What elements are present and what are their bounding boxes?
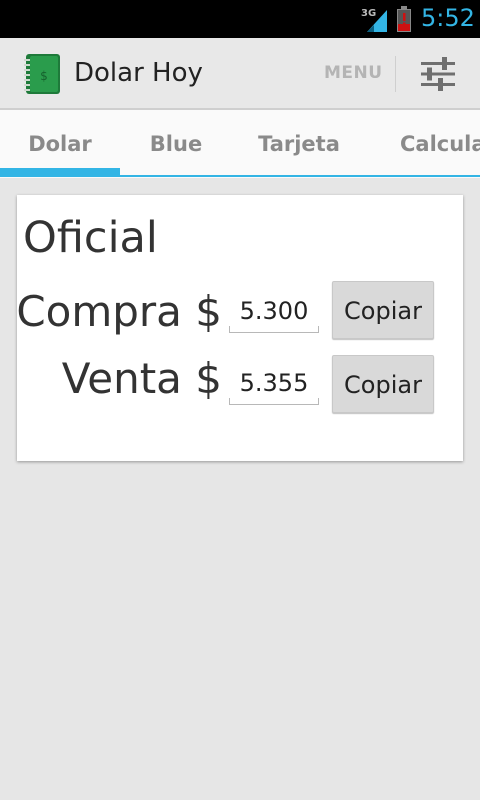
status-time: 5:52 xyxy=(421,4,475,32)
copy-compra-button[interactable]: Copiar xyxy=(332,281,434,339)
menu-button[interactable]: MENU xyxy=(324,63,383,83)
selected-tab-indicator xyxy=(0,168,120,177)
copy-venta-button[interactable]: Copiar xyxy=(332,355,434,413)
action-bar-divider xyxy=(395,56,396,92)
battery-low-icon xyxy=(397,6,411,32)
svg-text:$: $ xyxy=(40,69,48,83)
venta-value-field[interactable]: 5.355 xyxy=(229,361,319,405)
app-logo-icon: $ xyxy=(24,54,60,94)
tab-calcular[interactable]: Calcular xyxy=(360,110,480,178)
compra-value-field[interactable]: 5.300 xyxy=(229,289,319,333)
oficial-card: Oficial Compra $ 5.300 Copiar Venta $ 5.… xyxy=(16,195,463,461)
status-bar: 3G 5:52 xyxy=(0,0,480,38)
tab-tarjeta[interactable]: Tarjeta xyxy=(239,110,359,178)
card-title: Oficial xyxy=(23,213,158,263)
signal-3g-icon: 3G xyxy=(361,8,387,32)
sliders-icon[interactable] xyxy=(418,56,458,92)
network-type-label: 3G xyxy=(361,8,376,19)
app-title: Dolar Hoy xyxy=(74,58,203,88)
venta-label: Venta $ xyxy=(61,354,222,403)
action-bar: $ Dolar Hoy MENU xyxy=(0,38,480,110)
tab-blue[interactable]: Blue xyxy=(116,110,236,178)
compra-label: Compra $ xyxy=(16,287,222,336)
